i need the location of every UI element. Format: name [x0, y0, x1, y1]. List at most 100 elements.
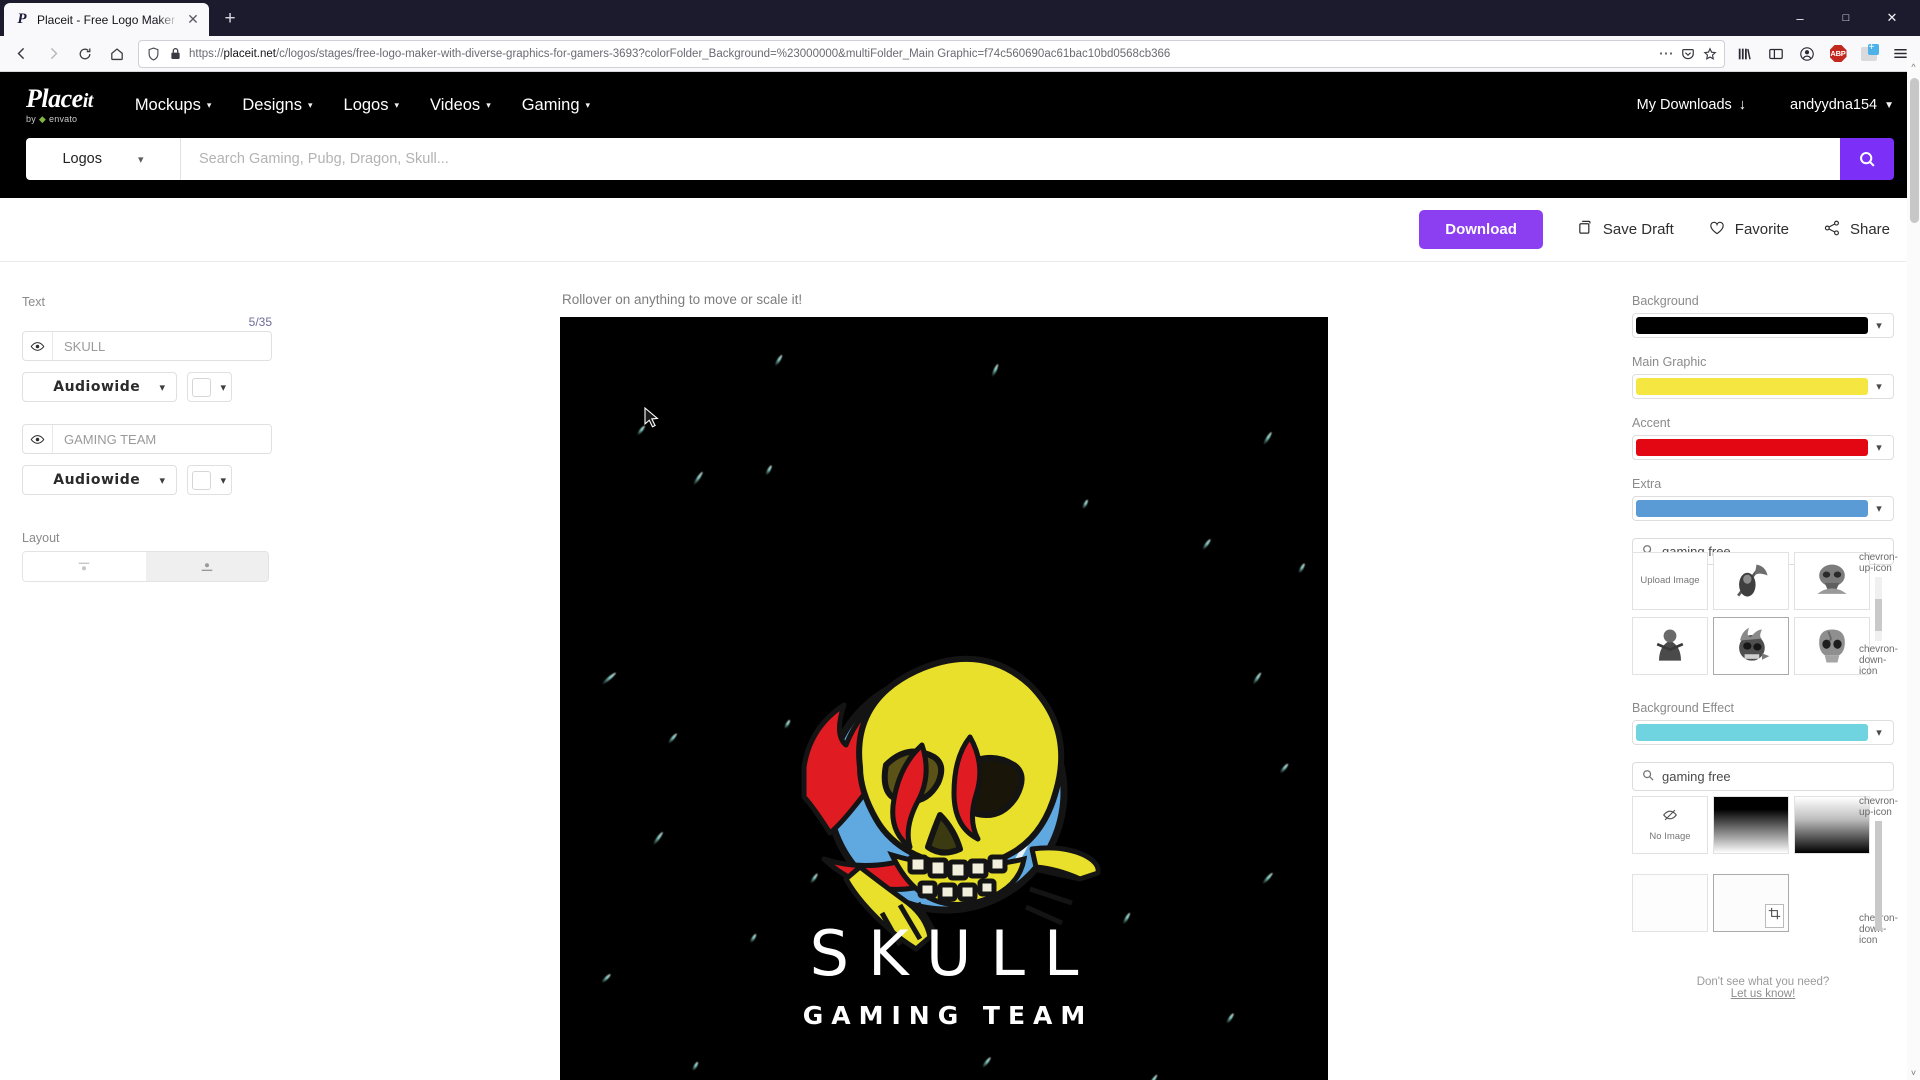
- window-close-button[interactable]: ✕: [1870, 4, 1914, 32]
- share-icon: [1823, 219, 1841, 241]
- pocket-save-icon[interactable]: [1855, 40, 1883, 68]
- forward-icon[interactable]: [38, 40, 68, 68]
- effect-thumb-scrollbar[interactable]: chevron-up-icon chevron-down-icon: [1859, 796, 1898, 946]
- envato-leaf-icon: ◆: [38, 113, 47, 124]
- upload-image-tile[interactable]: Upload Image: [1632, 552, 1708, 610]
- scroll-track[interactable]: [1875, 821, 1882, 931]
- font-row-2: Audiowide ▾ ▾: [22, 465, 560, 495]
- search-category-select[interactable]: Logos ▾: [26, 138, 181, 180]
- browser-tab[interactable]: P Placeit - Free Logo Maker with ✕: [4, 3, 209, 36]
- main-graphic-color-select[interactable]: ▾: [1632, 374, 1894, 399]
- eye-icon[interactable]: [23, 425, 53, 453]
- graphic-thumb-scrollbar[interactable]: chevron-up-icon chevron-down-icon: [1859, 552, 1898, 677]
- url-text[interactable]: https://placeit.net/c/logos/stages/free-…: [189, 48, 1652, 60]
- chevron-down-icon: ▾: [220, 381, 226, 394]
- extra-color-select[interactable]: ▾: [1632, 496, 1894, 521]
- pocket-icon[interactable]: [1680, 46, 1696, 62]
- help-note: Don't see what you need? Let us know!: [1632, 976, 1894, 1000]
- let-us-know-link[interactable]: Let us know!: [1731, 988, 1796, 1000]
- sparks-particles-thumb[interactable]: [1713, 873, 1789, 932]
- nav-item-videos[interactable]: Videos ▾: [430, 96, 491, 115]
- logo-canvas[interactable]: SKULL GAMING TEAM: [560, 317, 1328, 1080]
- chevron-down-icon[interactable]: chevron-down-icon: [1859, 644, 1898, 677]
- accent-color-select[interactable]: ▾: [1632, 435, 1894, 460]
- chevron-down-icon: ▾: [137, 153, 144, 166]
- search-input[interactable]: [181, 138, 1840, 180]
- eye-icon[interactable]: [23, 332, 53, 360]
- sidebar-icon[interactable]: [1762, 40, 1790, 68]
- url-bar[interactable]: https://placeit.net/c/logos/stages/free-…: [138, 39, 1725, 68]
- subtitle-font-select[interactable]: Audiowide ▾: [22, 465, 177, 495]
- title-text-input[interactable]: [53, 332, 271, 360]
- background-color-select[interactable]: ▾: [1632, 313, 1894, 338]
- editor-stage: Text 5/35 Audiowide ▾ ▾: [0, 262, 1920, 1080]
- editor-action-bar: Download Save Draft Favorite Share: [0, 198, 1920, 262]
- right-controls-panel: Background ▾ Main Graphic ▾ Accent ▾ Ext…: [1620, 262, 1920, 1080]
- nav-item-designs[interactable]: Designs ▾: [242, 96, 312, 115]
- mouse-cursor: [644, 406, 659, 434]
- search-category-value: Logos: [62, 151, 102, 167]
- home-icon[interactable]: [102, 40, 132, 68]
- window-maximize-button[interactable]: □: [1824, 4, 1868, 32]
- window-minimize-button[interactable]: –: [1778, 4, 1822, 32]
- title-font-select[interactable]: Audiowide ▾: [22, 372, 177, 402]
- light-particles-thumb[interactable]: [1632, 873, 1708, 932]
- title-color-select[interactable]: ▾: [187, 372, 232, 402]
- ellipsis-icon[interactable]: ⋯: [1658, 46, 1674, 62]
- scroll-track[interactable]: [1875, 577, 1882, 641]
- library-icon[interactable]: [1731, 40, 1759, 68]
- effect-search-input[interactable]: gaming free: [1632, 762, 1894, 791]
- subtitle-color-select[interactable]: ▾: [187, 465, 232, 495]
- star-icon[interactable]: [1702, 46, 1718, 62]
- nav-item-mockups[interactable]: Mockups ▾: [135, 96, 212, 115]
- page-scrollbar[interactable]: ^ ˅: [1907, 60, 1920, 1080]
- site-header-right: My Downloads ↓ andyydna154 ▼: [1637, 97, 1894, 113]
- adblock-badge-label: ABP: [1829, 45, 1847, 62]
- layout-stacked-top-button[interactable]: [23, 552, 146, 581]
- chevron-up-icon[interactable]: chevron-up-icon: [1859, 796, 1898, 818]
- shield-icon[interactable]: [145, 46, 161, 62]
- layout-stacked-bottom-button[interactable]: [145, 552, 268, 581]
- no-image-tile[interactable]: No Image: [1632, 796, 1708, 854]
- user-menu[interactable]: andyydna154 ▼: [1790, 97, 1894, 113]
- my-downloads-link[interactable]: My Downloads ↓: [1637, 97, 1746, 113]
- my-downloads-label: My Downloads: [1636, 97, 1732, 113]
- chevron-down-icon: ▾: [1876, 442, 1882, 454]
- chevron-up-icon[interactable]: ^: [1907, 62, 1920, 72]
- nav-item-logos[interactable]: Logos ▾: [344, 96, 400, 115]
- no-image-label: No Image: [1649, 831, 1691, 842]
- new-tab-button[interactable]: +: [215, 4, 245, 34]
- page-scroll-thumb[interactable]: [1910, 78, 1919, 223]
- lock-icon[interactable]: [167, 46, 183, 62]
- canvas-logo-subtitle[interactable]: GAMING TEAM: [560, 1001, 1328, 1030]
- save-draft-button[interactable]: Save Draft: [1577, 219, 1674, 240]
- reload-icon[interactable]: [70, 40, 100, 68]
- url-scheme: https://: [189, 47, 224, 60]
- placeit-logo[interactable]: Placeit by ◆ envato: [26, 83, 93, 125]
- nav-label: Gaming: [521, 95, 580, 114]
- favorite-button[interactable]: Favorite: [1708, 219, 1789, 241]
- reaper-scythe-thumb[interactable]: [1713, 552, 1789, 610]
- account-icon[interactable]: [1793, 40, 1821, 68]
- chevron-down-icon[interactable]: ˅: [1907, 1068, 1920, 1078]
- chevron-down-icon: ▾: [1876, 503, 1882, 515]
- background-effect-select[interactable]: ▾: [1632, 720, 1894, 745]
- canvas-logo-title[interactable]: SKULL: [560, 917, 1328, 990]
- logo-place: Place: [26, 83, 83, 113]
- soldier-thumb[interactable]: [1632, 617, 1708, 675]
- adblock-icon[interactable]: ABP: [1824, 40, 1852, 68]
- search-bar-region: Logos ▾: [0, 138, 1920, 198]
- flaming-skull-thumb[interactable]: [1713, 617, 1789, 675]
- tab-close-icon[interactable]: ✕: [185, 11, 201, 28]
- url-domain: placeit.net: [223, 47, 276, 60]
- dark-top-gradient-thumb[interactable]: [1713, 796, 1789, 854]
- download-button[interactable]: Download: [1419, 210, 1543, 249]
- chevron-up-icon[interactable]: chevron-up-icon: [1859, 552, 1898, 574]
- eye-slash-icon: [1662, 807, 1678, 828]
- crop-icon[interactable]: [1765, 903, 1784, 928]
- nav-item-gaming[interactable]: Gaming ▾: [522, 96, 590, 115]
- search-submit-button[interactable]: [1840, 138, 1894, 180]
- subtitle-text-input[interactable]: [53, 425, 271, 453]
- share-button[interactable]: Share: [1823, 219, 1890, 241]
- back-icon[interactable]: [6, 40, 36, 68]
